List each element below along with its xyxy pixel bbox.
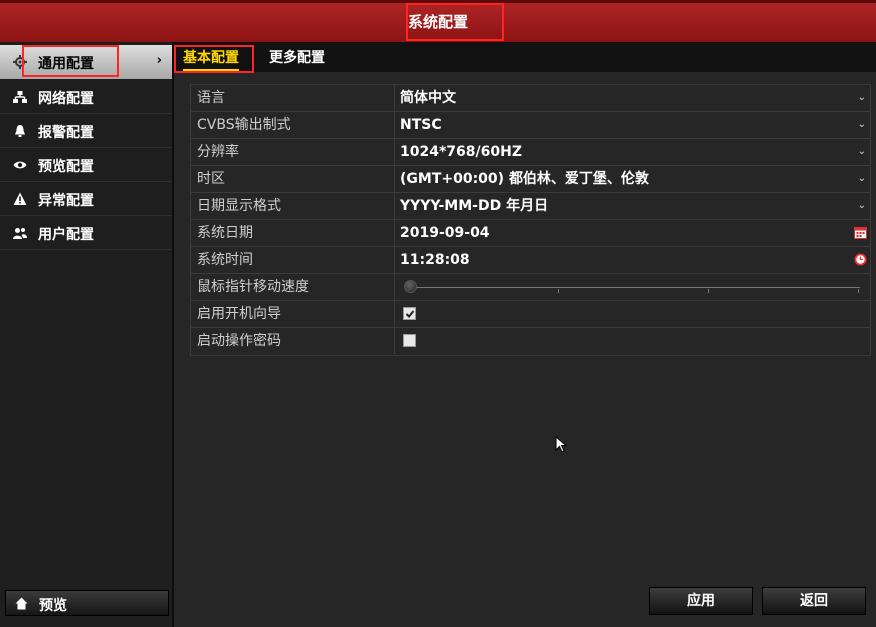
apply-button[interactable]: 应用	[649, 587, 753, 615]
chevron-down-icon: ⌄	[857, 173, 866, 184]
dvr-config-window: 系统配置 通用配置 › 网络配置 报警配置 预览配置 异常配置 用户配置 预览 …	[0, 0, 876, 627]
tab-basic-config[interactable]: 基本配置	[183, 47, 239, 71]
settings-form: 语言 简体中文 ⌄ CVBS输出制式 NTSC ⌄ 分辨率 1024*768/60H…	[190, 84, 871, 356]
sidebar-item-label: 用户配置	[38, 227, 94, 243]
users-icon	[13, 228, 27, 239]
main-panel: 基本配置 更多配置 语言 简体中文 ⌄ CVBS输出制式 NTSC ⌄ 分辨率 10…	[174, 42, 876, 627]
chevron-down-icon: ⌄	[857, 119, 866, 130]
setting-row-mouse-speed: 鼠标指针移动速度	[191, 274, 870, 301]
setting-row-system-time: 系统时间 11:28:08	[191, 247, 870, 274]
sidebar-item-label: 异常配置	[38, 193, 94, 209]
title-bar: 系统配置	[0, 0, 876, 42]
preview-button[interactable]: 预览	[5, 590, 169, 616]
setting-label: 分辨率	[191, 139, 395, 165]
language-select[interactable]: 简体中文 ⌄	[396, 85, 870, 111]
tab-more-config[interactable]: 更多配置	[269, 47, 325, 67]
sidebar-item-network[interactable]: 网络配置	[0, 80, 172, 114]
sidebar-item-users[interactable]: 用户配置	[0, 216, 172, 250]
setting-label: 启动操作密码	[191, 328, 395, 354]
sidebar-item-label: 报警配置	[38, 125, 94, 141]
mouse-speed-slider[interactable]	[396, 274, 870, 300]
system-time-input[interactable]: 11:28:08	[396, 247, 870, 273]
network-icon	[13, 91, 27, 103]
sidebar-item-preview-config[interactable]: 预览配置	[0, 148, 172, 182]
resolution-select[interactable]: 1024*768/60HZ ⌄	[396, 139, 870, 165]
system-date-input[interactable]: 2019-09-04	[396, 220, 870, 246]
date-format-select[interactable]: YYYY-MM-DD 年月日 ⌄	[396, 193, 870, 219]
title-top-strip	[0, 0, 876, 3]
window-title: 系统配置	[407, 13, 468, 31]
slider-tick	[708, 289, 709, 293]
setting-row-language: 语言 简体中文 ⌄	[191, 85, 870, 112]
setting-row-startup-wizard: 启用开机向导	[191, 301, 870, 328]
sidebar-item-alarm[interactable]: 报警配置	[0, 114, 172, 148]
startup-wizard-cell	[396, 301, 870, 327]
tab-bar: 基本配置 更多配置	[174, 42, 876, 72]
slider-tick	[558, 289, 559, 293]
sidebar: 通用配置 › 网络配置 报警配置 预览配置 异常配置 用户配置 预览	[0, 42, 174, 627]
operation-password-cell	[396, 328, 870, 354]
calendar-icon[interactable]	[854, 226, 867, 239]
sidebar-item-exception[interactable]: 异常配置	[0, 182, 172, 216]
setting-label: 鼠标指针移动速度	[191, 274, 395, 300]
startup-wizard-checkbox[interactable]	[403, 307, 416, 320]
sidebar-item-label: 预览配置	[38, 159, 94, 175]
home-icon	[15, 597, 28, 610]
slider-tick	[858, 289, 859, 293]
slider-handle[interactable]	[404, 280, 417, 293]
setting-row-cvbs: CVBS输出制式 NTSC ⌄	[191, 112, 870, 139]
setting-label: 系统日期	[191, 220, 395, 246]
alarm-icon	[15, 125, 25, 137]
warning-icon	[13, 192, 27, 205]
operation-password-checkbox[interactable]	[403, 334, 416, 347]
chevron-down-icon: ⌄	[857, 92, 866, 103]
chevron-right-icon: ›	[156, 53, 162, 68]
setting-label: 启用开机向导	[191, 301, 395, 327]
clock-icon[interactable]	[854, 253, 867, 266]
sidebar-item-label: 通用配置	[38, 56, 94, 72]
setting-row-system-date: 系统日期 2019-09-04	[191, 220, 870, 247]
setting-label: 系统时间	[191, 247, 395, 273]
mouse-cursor-icon	[555, 436, 567, 453]
sidebar-item-label: 网络配置	[38, 91, 94, 107]
chevron-down-icon: ⌄	[857, 200, 866, 211]
setting-row-operation-password: 启动操作密码	[191, 328, 870, 355]
checkmark-icon	[405, 310, 415, 318]
setting-label: 日期显示格式	[191, 193, 395, 219]
slider-track[interactable]	[406, 287, 860, 288]
cvbs-standard-select[interactable]: NTSC ⌄	[396, 112, 870, 138]
setting-label: 时区	[191, 166, 395, 192]
setting-row-date-format: 日期显示格式 YYYY-MM-DD 年月日 ⌄	[191, 193, 870, 220]
gear-icon	[13, 55, 27, 69]
setting-label: 语言	[191, 85, 395, 111]
sidebar-item-general[interactable]: 通用配置 ›	[0, 45, 172, 79]
chevron-down-icon: ⌄	[857, 146, 866, 157]
timezone-select[interactable]: (GMT+00:00) 都伯林、爱丁堡、伦敦 ⌄	[396, 166, 870, 192]
setting-row-resolution: 分辨率 1024*768/60HZ ⌄	[191, 139, 870, 166]
eye-icon	[13, 161, 27, 169]
preview-button-label: 预览	[39, 598, 67, 614]
setting-label: CVBS输出制式	[191, 112, 395, 138]
setting-row-timezone: 时区 (GMT+00:00) 都伯林、爱丁堡、伦敦 ⌄	[191, 166, 870, 193]
back-button[interactable]: 返回	[762, 587, 866, 615]
